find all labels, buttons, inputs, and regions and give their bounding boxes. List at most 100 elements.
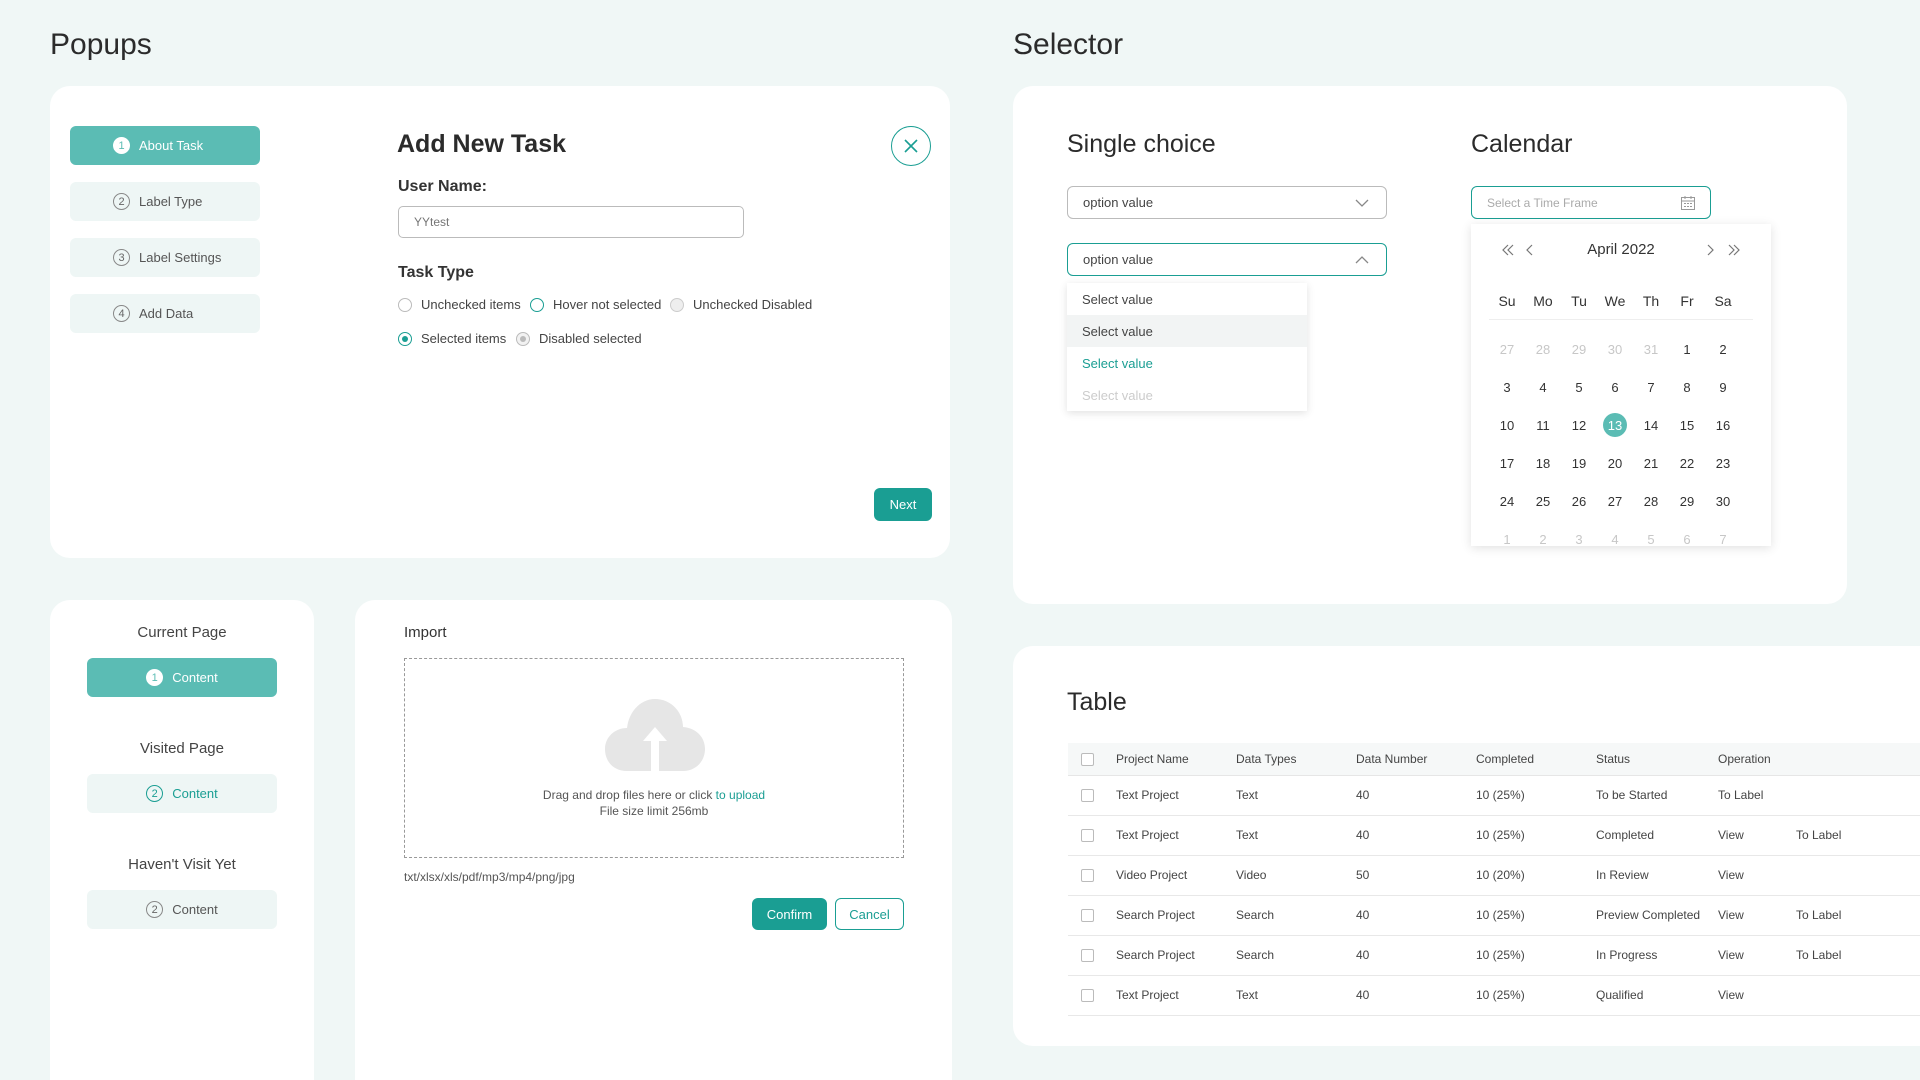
calendar-day-selected[interactable]: 13 — [1597, 413, 1633, 437]
date-range-input[interactable]: Select a Time Frame — [1471, 186, 1711, 219]
row-checkbox[interactable] — [1081, 829, 1094, 843]
calendar-day[interactable]: 21 — [1633, 456, 1669, 471]
calendar-day[interactable]: 26 — [1561, 494, 1597, 509]
calendar-day[interactable]: 3 — [1561, 532, 1597, 547]
calendar-day[interactable]: 28 — [1525, 342, 1561, 357]
view-link[interactable]: View — [1718, 895, 1796, 936]
calendar-day[interactable]: 2 — [1525, 532, 1561, 547]
calendar-day[interactable]: 27 — [1597, 494, 1633, 509]
user-name-input[interactable] — [398, 206, 744, 238]
calendar-day[interactable]: 31 — [1633, 342, 1669, 357]
cell-data-number: 40 — [1356, 775, 1476, 816]
calendar-day[interactable]: 22 — [1669, 456, 1705, 471]
select-closed[interactable]: option value — [1067, 186, 1387, 219]
to-label-link[interactable]: To Label — [1718, 775, 1796, 816]
page-label: Content — [172, 902, 218, 917]
cell-project-name: Search Project — [1116, 895, 1236, 936]
row-checkbox[interactable] — [1081, 869, 1094, 883]
close-button[interactable] — [891, 126, 931, 166]
page-number: 2 — [146, 901, 164, 918]
calendar-day[interactable]: 1 — [1669, 342, 1705, 357]
radio-label: Disabled selected — [539, 331, 642, 346]
calendar-day[interactable]: 16 — [1705, 418, 1741, 433]
calendar-day[interactable]: 28 — [1633, 494, 1669, 509]
upload-dropzone[interactable]: Drag and drop files here or click to upl… — [404, 658, 904, 858]
radio-hover[interactable]: Hover not selected — [530, 297, 661, 312]
select-open[interactable]: option value — [1067, 243, 1387, 276]
step-add-data[interactable]: 4 Add Data — [70, 294, 260, 333]
current-page-item[interactable]: 1 Content — [87, 658, 277, 697]
calendar-day[interactable]: 4 — [1597, 532, 1633, 547]
view-link[interactable]: View — [1718, 855, 1796, 896]
radio-selected[interactable]: Selected items — [398, 331, 506, 346]
calendar-day[interactable]: 15 — [1669, 418, 1705, 433]
calendar-day[interactable]: 2 — [1705, 342, 1741, 357]
calendar-day[interactable]: 14 — [1633, 418, 1669, 433]
option-hover[interactable]: Select value — [1067, 315, 1307, 347]
calendar-day[interactable]: 3 — [1489, 380, 1525, 395]
view-link[interactable]: View — [1718, 815, 1796, 856]
calendar-day[interactable]: 1 — [1489, 532, 1525, 547]
visited-page-item[interactable]: 2 Content — [87, 774, 277, 813]
calendar-day[interactable]: 27 — [1489, 342, 1525, 357]
chevron-right-icon[interactable] — [1705, 244, 1715, 256]
cancel-button[interactable]: Cancel — [835, 898, 904, 930]
to-label-link[interactable]: To Label — [1796, 935, 1920, 976]
calendar-day[interactable]: 18 — [1525, 456, 1561, 471]
calendar-day[interactable]: 10 — [1489, 418, 1525, 433]
option-default[interactable]: Select value — [1067, 283, 1307, 315]
calendar-day[interactable]: 6 — [1597, 380, 1633, 395]
row-checkbox[interactable] — [1081, 949, 1094, 963]
calendar-day[interactable]: 25 — [1525, 494, 1561, 509]
calendar-day[interactable]: 7 — [1633, 380, 1669, 395]
calendar-day[interactable]: 23 — [1705, 456, 1741, 471]
calendar-month-label: April 2022 — [1587, 241, 1655, 258]
row-checkbox[interactable] — [1081, 989, 1094, 1003]
calendar-day[interactable]: 30 — [1705, 494, 1741, 509]
view-link[interactable]: View — [1718, 935, 1796, 976]
calendar-day[interactable]: 6 — [1669, 532, 1705, 547]
calendar-day[interactable]: 11 — [1525, 418, 1561, 433]
to-label-link[interactable]: To Label — [1796, 815, 1920, 856]
view-link[interactable]: View — [1718, 975, 1796, 1016]
calendar-title: Calendar — [1471, 130, 1573, 158]
radio-disabled-selected: Disabled selected — [516, 331, 642, 346]
table-row: Text Project Text 40 10 (25%) Completed … — [1068, 815, 1920, 856]
option-selected[interactable]: Select value — [1067, 347, 1307, 379]
calendar-day[interactable]: 17 — [1489, 456, 1525, 471]
not-visited-item[interactable]: 2 Content — [87, 890, 277, 929]
calendar-day[interactable]: 8 — [1669, 380, 1705, 395]
radio-label: Hover not selected — [553, 297, 662, 312]
cell-data-type: Text — [1236, 775, 1356, 816]
row-checkbox[interactable] — [1081, 789, 1094, 803]
calendar-day[interactable]: 9 — [1705, 380, 1741, 395]
select-value: option value — [1083, 195, 1154, 210]
step-about-task[interactable]: 1 About Task — [70, 126, 260, 165]
calendar-day[interactable]: 24 — [1489, 494, 1525, 509]
confirm-button[interactable]: Confirm — [752, 898, 827, 930]
calendar-day[interactable]: 7 — [1705, 532, 1741, 547]
calendar-day[interactable]: 30 — [1597, 342, 1633, 357]
calendar-day[interactable]: 12 — [1561, 418, 1597, 433]
add-task-dialog: 1 About Task 2 Label Type 3 Label Settin… — [50, 86, 950, 558]
calendar-day[interactable]: 29 — [1669, 494, 1705, 509]
row-checkbox[interactable] — [1081, 909, 1094, 923]
calendar-day[interactable]: 19 — [1561, 456, 1597, 471]
double-chevron-right-icon[interactable] — [1727, 244, 1741, 256]
upload-link[interactable]: to upload — [716, 788, 765, 802]
next-button[interactable]: Next — [874, 488, 932, 521]
weekday-label: Tu — [1571, 292, 1587, 309]
calendar-day[interactable]: 20 — [1597, 456, 1633, 471]
page-number: 2 — [146, 785, 164, 802]
step-label-settings[interactable]: 3 Label Settings — [70, 238, 260, 277]
calendar-day[interactable]: 4 — [1525, 380, 1561, 395]
step-label-type[interactable]: 2 Label Type — [70, 182, 260, 221]
calendar-day[interactable]: 5 — [1633, 532, 1669, 547]
page-states-card: Current Page 1 Content Visited Page 2 Co… — [50, 600, 314, 1080]
calendar-day[interactable]: 29 — [1561, 342, 1597, 357]
select-all-checkbox[interactable] — [1081, 752, 1094, 766]
to-label-link[interactable]: To Label — [1796, 895, 1920, 936]
calendar-day[interactable]: 5 — [1561, 380, 1597, 395]
radio-unchecked[interactable]: Unchecked items — [398, 297, 521, 312]
weekday-label: Su — [1498, 292, 1516, 309]
